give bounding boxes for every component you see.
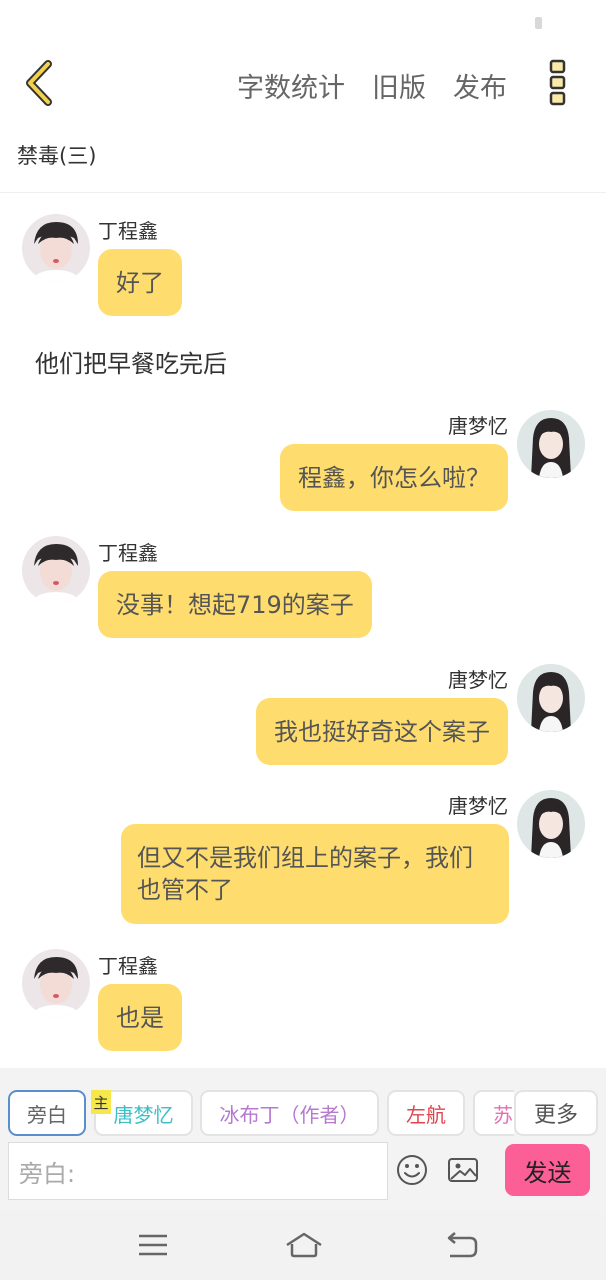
message-bubble[interactable]: 程鑫，你怎么啦？ bbox=[280, 444, 508, 511]
avatar-tang-mengyi[interactable] bbox=[517, 790, 585, 858]
avatar-tang-mengyi[interactable] bbox=[517, 410, 585, 478]
top-bar: 字数统计 旧版 发布 bbox=[0, 44, 606, 124]
sender-name: 丁程鑫 bbox=[98, 541, 158, 565]
avatar-ding-chengxin[interactable] bbox=[22, 214, 90, 282]
tab-label: 苏 bbox=[493, 1102, 513, 1127]
image-button[interactable] bbox=[447, 1154, 479, 1186]
host-badge: 主 bbox=[91, 1090, 111, 1114]
message-bubble[interactable]: 我也挺好奇这个案子 bbox=[256, 698, 508, 765]
sender-name: 丁程鑫 bbox=[98, 219, 158, 243]
send-button[interactable]: 发送 bbox=[505, 1144, 590, 1196]
avatar-ding-chengxin[interactable] bbox=[22, 949, 90, 1017]
smiley-icon bbox=[397, 1155, 427, 1185]
status-bar bbox=[0, 0, 606, 44]
tab-narrator[interactable]: 旁白 bbox=[8, 1090, 86, 1136]
sender-name: 唐梦忆 bbox=[448, 668, 508, 692]
character-tabs: 旁白 唐梦忆 冰布丁（作者） 左航 苏 bbox=[0, 1068, 514, 1148]
tab-label: 旁白 bbox=[27, 1102, 67, 1127]
publish-button[interactable]: 发布 bbox=[453, 66, 507, 105]
more-menu-button[interactable] bbox=[540, 56, 576, 110]
avatar-tang-mengyi[interactable] bbox=[517, 664, 585, 732]
more-characters-button[interactable]: 更多 bbox=[514, 1090, 598, 1136]
system-nav-bar bbox=[0, 1210, 606, 1280]
word-count-button[interactable]: 字数统计 bbox=[237, 66, 345, 105]
message-input[interactable]: 旁白: bbox=[8, 1142, 388, 1200]
sender-name: 丁程鑫 bbox=[98, 954, 158, 978]
avatar-ding-chengxin[interactable] bbox=[22, 536, 90, 604]
tab-label: 冰布丁（作者） bbox=[219, 1102, 360, 1127]
tab-label: 左航 bbox=[406, 1102, 446, 1127]
divider bbox=[0, 192, 606, 193]
back-nav-button[interactable] bbox=[444, 1230, 480, 1260]
menu-icon bbox=[139, 1234, 167, 1256]
chevron-left-icon bbox=[26, 60, 52, 106]
home-nav-button[interactable] bbox=[284, 1230, 324, 1260]
input-placeholder: 旁白: bbox=[19, 1159, 76, 1188]
battery-icon bbox=[535, 17, 542, 29]
tab-bingbuding-author[interactable]: 冰布丁（作者） bbox=[200, 1090, 379, 1136]
tab-label: 唐梦忆 bbox=[113, 1102, 174, 1127]
back-button[interactable] bbox=[18, 56, 64, 110]
menu-nav-button[interactable] bbox=[135, 1230, 171, 1260]
back-icon bbox=[447, 1232, 478, 1258]
tab-su[interactable]: 苏 bbox=[473, 1090, 514, 1136]
vertical-dots-icon bbox=[549, 59, 566, 106]
sender-name: 唐梦忆 bbox=[448, 794, 508, 818]
emoji-button[interactable] bbox=[396, 1154, 428, 1186]
sender-name: 唐梦忆 bbox=[448, 414, 508, 438]
image-icon bbox=[448, 1158, 478, 1182]
home-icon bbox=[286, 1232, 322, 1258]
message-bubble[interactable]: 好了 bbox=[98, 249, 182, 316]
chapter-title[interactable]: 禁毒(三) bbox=[17, 140, 96, 170]
message-bubble[interactable]: 也是 bbox=[98, 984, 182, 1051]
message-bubble[interactable]: 没事！想起719的案子 bbox=[98, 571, 372, 638]
old-version-button[interactable]: 旧版 bbox=[372, 66, 426, 105]
narration-text[interactable]: 他们把早餐吃完后 bbox=[35, 344, 227, 379]
tab-zuo-hang[interactable]: 左航 bbox=[387, 1090, 465, 1136]
message-bubble[interactable]: 但又不是我们组上的案子，我们也管不了 bbox=[121, 824, 509, 924]
